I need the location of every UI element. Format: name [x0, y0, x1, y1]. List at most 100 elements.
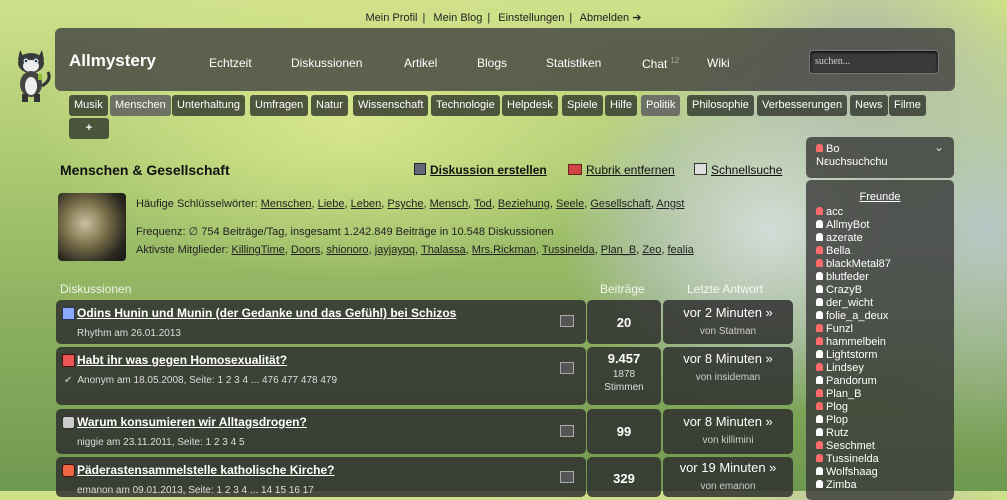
friend-item[interactable]: azerate — [816, 232, 863, 244]
tab-filme[interactable]: Filme — [889, 95, 926, 116]
new-posts-icon[interactable] — [560, 425, 574, 437]
last-reply-author[interactable]: von insideman — [663, 372, 793, 383]
last-reply-cell[interactable]: vor 8 Minuten » von insideman — [663, 347, 793, 405]
tab-hilfe[interactable]: Hilfe — [605, 95, 638, 116]
thread-title[interactable]: Habt ihr was gegen Homosexualität? — [77, 353, 287, 367]
member-link[interactable]: Plan_B — [601, 244, 636, 256]
new-posts-icon[interactable] — [560, 471, 574, 483]
thread-title[interactable]: Odins Hunin und Munin (der Gedanke und d… — [77, 306, 456, 320]
friend-item[interactable]: Tussinelda — [816, 453, 879, 465]
friend-item[interactable]: Pandorum — [816, 375, 877, 387]
keyword-link[interactable]: Angst — [656, 198, 684, 210]
keyword-link[interactable]: Gesellschaft — [590, 198, 651, 210]
keyword-link[interactable]: Psyche — [387, 198, 423, 210]
nav-blogs[interactable]: Blogs — [477, 56, 507, 70]
friend-item[interactable]: CrazyB — [816, 284, 862, 296]
tab-philosophie[interactable]: Philosophie — [687, 95, 754, 116]
my-profile-link[interactable]: Mein Profil — [366, 12, 418, 24]
tab-verbesserungen[interactable]: Verbesserungen — [757, 95, 848, 116]
last-reply-author[interactable]: von killimini — [663, 435, 793, 446]
tab-technologie[interactable]: Technologie — [431, 95, 500, 116]
tab-wissenschaft[interactable]: Wissenschaft — [353, 95, 429, 116]
member-link[interactable]: KillingTime — [231, 244, 284, 256]
chevron-down-icon[interactable]: ⌄ — [934, 140, 944, 154]
member-link[interactable]: Doors — [291, 244, 320, 256]
last-reply-cell[interactable]: vor 8 Minuten » von killimini — [663, 409, 793, 454]
nav-chat[interactable]: Chat 12 — [642, 56, 679, 71]
keyword-link[interactable]: Liebe — [318, 198, 345, 210]
member-link[interactable]: jayjaypq — [375, 244, 415, 256]
nav-statistiken[interactable]: Statistiken — [546, 56, 601, 70]
keyword-link[interactable]: Beziehung — [498, 198, 550, 210]
thread-row[interactable]: Odins Hunin und Munin (der Gedanke und d… — [56, 300, 586, 344]
friends-title[interactable]: Freunde — [806, 191, 954, 203]
member-link[interactable]: fealia — [667, 244, 693, 256]
last-reply-time[interactable]: vor 2 Minuten » — [663, 305, 793, 320]
settings-link[interactable]: Einstellungen — [498, 12, 564, 24]
friend-item[interactable]: Plan_B — [816, 388, 861, 400]
last-reply-time[interactable]: vor 8 Minuten » — [663, 414, 793, 429]
nav-artikel[interactable]: Artikel — [404, 56, 437, 70]
friend-item[interactable]: Plog — [816, 401, 848, 413]
friend-item[interactable]: Funzl — [816, 323, 853, 335]
last-reply-author[interactable]: von Statman — [663, 326, 793, 337]
friend-item[interactable]: der_wicht — [816, 297, 873, 309]
keyword-link[interactable]: Leben — [351, 198, 382, 210]
mascot-cat-icon[interactable] — [12, 44, 54, 104]
logout-link[interactable]: Abmelden ➔ — [580, 12, 642, 24]
friend-item[interactable]: folie_a_deux — [816, 310, 888, 322]
friend-item[interactable]: acc — [816, 206, 843, 218]
friend-item[interactable]: Seschmet — [816, 440, 875, 452]
nav-echtzeit[interactable]: Echtzeit — [209, 56, 252, 70]
tab-spiele[interactable]: Spiele — [562, 95, 603, 116]
tab-musik[interactable]: Musik — [69, 95, 108, 116]
last-reply-cell[interactable]: vor 2 Minuten » von Statman — [663, 300, 793, 344]
tab-menschen[interactable]: Menschen — [110, 95, 171, 116]
friend-item[interactable]: AllmyBot — [816, 219, 869, 231]
new-posts-icon[interactable] — [560, 362, 574, 374]
last-reply-cell[interactable]: vor 19 Minuten » von emanon — [663, 457, 793, 497]
nav-diskussionen[interactable]: Diskussionen — [291, 56, 362, 70]
thread-title[interactable]: Warum konsumieren wir Alltagsdrogen? — [77, 415, 307, 429]
keyword-link[interactable]: Seele — [556, 198, 584, 210]
friend-item[interactable]: Lightstorm — [816, 349, 877, 361]
create-discussion-button[interactable]: Diskussion erstellen — [414, 163, 547, 177]
last-reply-author[interactable]: von emanon — [663, 481, 793, 492]
tab-helpdesk[interactable]: Helpdesk — [502, 95, 558, 116]
keyword-link[interactable]: Menschen — [261, 198, 312, 210]
keyword-link[interactable]: Mensch — [430, 198, 469, 210]
new-posts-icon[interactable] — [560, 315, 574, 327]
friend-item[interactable]: Plop — [816, 414, 848, 426]
site-logo[interactable]: Allmystery — [69, 51, 156, 71]
member-link[interactable]: Thalassa — [421, 244, 466, 256]
search-input[interactable]: suchen... — [809, 50, 939, 74]
thread-row[interactable]: Warum konsumieren wir Alltagsdrogen? nig… — [56, 409, 586, 454]
friend-item[interactable]: blutfeder — [816, 271, 869, 283]
friend-item[interactable]: Wolfshaag — [816, 466, 878, 478]
member-link[interactable]: Mrs.Rickman — [472, 244, 536, 256]
tab-unterhaltung[interactable]: Unterhaltung — [172, 95, 245, 116]
friend-item[interactable]: Rutz — [816, 427, 849, 439]
member-link[interactable]: Tussinelda — [542, 244, 595, 256]
quick-search-button[interactable]: Schnellsuche — [694, 163, 782, 177]
tab-natur[interactable]: Natur — [311, 95, 348, 116]
status-panel[interactable]: Bo Nεuchsuchchu ⌄ — [806, 137, 954, 178]
last-reply-time[interactable]: vor 19 Minuten » — [663, 460, 793, 475]
member-link[interactable]: shionoro — [326, 244, 368, 256]
friend-item[interactable]: hammelbein — [816, 336, 886, 348]
last-reply-time[interactable]: vor 8 Minuten » — [663, 351, 793, 366]
add-tab-button[interactable]: + — [69, 118, 109, 139]
friend-item[interactable]: Zimba — [816, 479, 857, 491]
tab-politik[interactable]: Politik — [641, 95, 681, 116]
tab-umfragen[interactable]: Umfragen — [250, 95, 309, 116]
thread-row[interactable]: Päderastensammelstelle katholische Kirch… — [56, 457, 586, 497]
friend-item[interactable]: blackMetal87 — [816, 258, 891, 270]
friend-item[interactable]: Bella — [816, 245, 850, 257]
thread-title[interactable]: Päderastensammelstelle katholische Kirch… — [77, 463, 334, 477]
member-link[interactable]: Zeo — [642, 244, 661, 256]
nav-wiki[interactable]: Wiki — [707, 56, 730, 70]
tab-news[interactable]: News — [850, 95, 888, 116]
friend-item[interactable]: Lindsey — [816, 362, 864, 374]
keyword-link[interactable]: Tod — [474, 198, 492, 210]
my-blog-link[interactable]: Mein Blog — [433, 12, 482, 24]
